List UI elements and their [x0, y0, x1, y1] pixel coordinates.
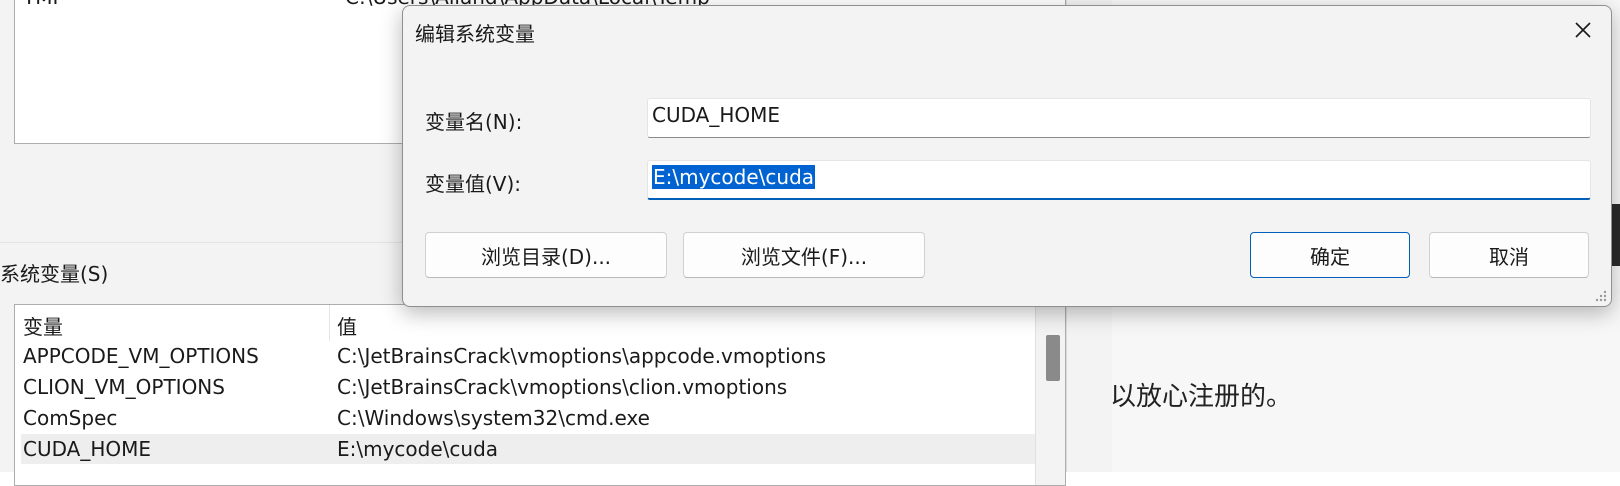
edit-system-variable-dialog: 编辑系统变量 变量名(N): CUDA_HOME 变量值(V): E:\myco… [402, 5, 1612, 307]
list-item[interactable]: TMP C:\Users\Alland\AppData\Local\Temp [23, 0, 710, 9]
table-header: 变量 值 [15, 305, 1035, 341]
row-variable-name: APPCODE_VM_OPTIONS [23, 344, 259, 368]
variable-name-label: 变量名(N): [425, 110, 523, 134]
close-button[interactable] [1561, 10, 1605, 50]
row-variable-value: C:\JetBrainsCrack\vmoptions\clion.vmopti… [337, 375, 788, 399]
browse-file-button[interactable]: 浏览文件(F)... [683, 232, 925, 278]
ok-button[interactable]: 确定 [1250, 232, 1410, 278]
variable-value-label: 变量值(V): [425, 172, 522, 196]
browse-directory-button[interactable]: 浏览目录(D)... [425, 232, 667, 278]
cancel-button[interactable]: 取消 [1429, 232, 1589, 278]
system-variables-label: 系统变量(S) [0, 262, 109, 286]
column-separator[interactable] [329, 305, 330, 341]
variable-value-text: E:\mycode\cuda [652, 165, 816, 189]
variable-name-text: CUDA_HOME [652, 103, 781, 127]
variable-name: TMP [23, 0, 65, 9]
variable-value-input[interactable]: E:\mycode\cuda [647, 160, 1591, 200]
system-variables-table[interactable]: 变量 值 APPCODE_VM_OPTIONS C:\JetBrainsCrac… [14, 304, 1066, 486]
row-variable-name: CUDA_HOME [23, 437, 152, 461]
row-variable-name: ComSpec [23, 406, 118, 430]
scrollbar-thumb[interactable] [1046, 335, 1060, 381]
table-row[interactable]: APPCODE_VM_OPTIONS C:\JetBrainsCrack\vmo… [21, 341, 1039, 371]
row-variable-value: C:\Windows\system32\cmd.exe [337, 406, 650, 430]
table-row[interactable]: ComSpec C:\Windows\system32\cmd.exe [21, 403, 1039, 433]
table-row-selected[interactable]: CUDA_HOME E:\mycode\cuda [21, 434, 1039, 464]
row-variable-name: CLION_VM_OPTIONS [23, 375, 225, 399]
vertical-scrollbar[interactable] [1035, 305, 1065, 485]
dialog-title: 编辑系统变量 [415, 22, 535, 46]
table-row[interactable]: CLION_VM_OPTIONS C:\JetBrainsCrack\vmopt… [21, 372, 1039, 402]
column-header-value[interactable]: 值 [337, 311, 357, 340]
page-text: 以放心注册的。 [1110, 382, 1293, 412]
variable-name-input[interactable]: CUDA_HOME [647, 98, 1591, 138]
resize-grip-icon[interactable] [1593, 288, 1607, 302]
row-variable-value: E:\mycode\cuda [337, 437, 499, 461]
dialog-titlebar[interactable]: 编辑系统变量 [403, 6, 1611, 56]
close-icon [1575, 22, 1591, 38]
column-header-variable[interactable]: 变量 [23, 311, 63, 340]
edge-scrollbar[interactable] [1612, 204, 1620, 266]
row-variable-value: C:\JetBrainsCrack\vmoptions\appcode.vmop… [337, 344, 827, 368]
